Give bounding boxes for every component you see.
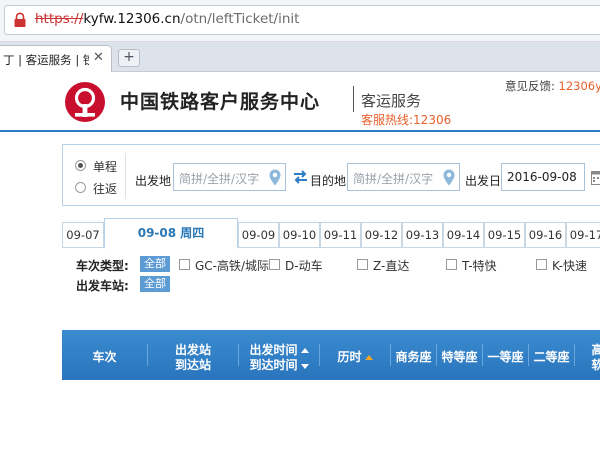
col-label: 一等座 — [487, 350, 524, 364]
browser-tab-strip: 丁 | 客运服务 | 铁 ✕ + — [0, 42, 600, 72]
date-tab[interactable]: 09-17 — [566, 222, 600, 248]
col-duration[interactable]: 历时 — [320, 330, 390, 380]
date-tab[interactable]: 09-11 — [320, 222, 361, 248]
radio-dot — [75, 182, 86, 193]
checkbox — [536, 259, 547, 270]
new-tab-button[interactable]: + — [118, 49, 140, 67]
location-pin-icon — [269, 169, 281, 186]
browser-tab[interactable]: 丁 | 客运服务 | 铁 ✕ — [0, 45, 112, 72]
date-tab[interactable]: 09-09 — [238, 222, 279, 248]
to-label: 目的地 — [310, 174, 347, 188]
checkbox — [179, 259, 190, 270]
checkbox — [446, 259, 457, 270]
url-path: /otn/leftTicket/init — [180, 11, 300, 27]
col-label: 特等座 — [441, 350, 478, 364]
col-label: 商务座 — [395, 350, 432, 364]
duration-sort[interactable]: 历时 — [320, 348, 390, 365]
col-label: 历时 — [337, 350, 362, 364]
checkbox-label: Z-直达 — [373, 259, 410, 273]
radio-label: 单程 — [93, 160, 118, 174]
location-pin-icon — [443, 169, 455, 186]
col-soft-sleeper: 高 软 — [575, 330, 600, 380]
sort-up-icon — [364, 355, 373, 360]
url-scheme: https:// — [35, 11, 84, 27]
from-label: 出发地 — [135, 174, 172, 188]
date-tabs: 09-07 09-08 周四 09-09 09-10 09-11 09-12 0… — [62, 218, 600, 249]
from-input[interactable]: 简拼/全拼/汉字 — [173, 163, 286, 191]
hotline: 客服热线:12306 — [361, 113, 452, 127]
railway-logo-icon — [65, 82, 105, 122]
col-label: 到达站 — [174, 358, 211, 372]
col-label: 出发时间 — [249, 343, 298, 357]
filter-checkbox-k[interactable]: K-快速 — [536, 258, 596, 273]
station-label: 出发车站: — [76, 279, 129, 293]
date-tab[interactable]: 09-10 — [279, 222, 320, 248]
checkbox-label: K-快速 — [552, 259, 587, 273]
col-label: 车次 — [92, 350, 117, 364]
calendar-icon[interactable] — [591, 169, 600, 185]
date-value: 2016-09-08 — [507, 170, 577, 184]
filter-checkbox-t[interactable]: T-特快 — [446, 258, 506, 273]
url-host: kyfw.12306.cn — [83, 11, 181, 27]
filter-checkbox-gc[interactable]: GC-高铁/城际 — [179, 258, 270, 273]
from-placeholder: 简拼/全拼/汉字 — [179, 172, 260, 186]
station-all-button[interactable]: 全部 — [140, 276, 170, 292]
filter-checkbox-d[interactable]: D-动车 — [269, 258, 329, 273]
col-label: 二等座 — [533, 350, 570, 364]
site-title: 中国铁路客户服务中心 — [120, 91, 321, 113]
feedback-label: 意见反馈: — [505, 79, 559, 93]
sort-down-icon — [300, 364, 309, 369]
divider — [125, 153, 126, 199]
checkbox-label: T-特快 — [462, 259, 497, 273]
col-special: 特等座 — [437, 330, 482, 380]
radio-label: 往返 — [93, 182, 118, 196]
date-tab[interactable]: 09-14 — [443, 222, 484, 248]
col-stations: 出发站 到达站 — [148, 330, 238, 380]
checkbox — [269, 259, 280, 270]
feedback: 意见反馈: 12306yj — [505, 78, 600, 94]
site-subtitle: 客运服务 — [361, 92, 422, 110]
date-tab[interactable]: 09-12 — [361, 222, 402, 248]
sort-up-icon — [300, 348, 309, 353]
col-train-no: 车次 — [62, 330, 147, 380]
results-table-header: 车次 出发站 到达站 出发时间 到达时间 历时 商务座 特等座 一等座 二等座 … — [62, 330, 600, 380]
arrive-time-sort[interactable]: 到达时间 — [239, 356, 319, 373]
tab-title: 丁 | 客运服务 | 铁 — [3, 53, 89, 67]
checkbox — [357, 259, 368, 270]
site-header: 中国铁路客户服务中心 客运服务 客服热线:12306 意见反馈: 12306yj — [0, 72, 600, 132]
radio-round-trip[interactable]: 往返 — [75, 180, 135, 196]
date-label: 出发日 — [465, 174, 502, 188]
checkbox-label: GC-高铁/城际 — [195, 259, 270, 273]
checkbox-label: D-动车 — [285, 259, 323, 273]
search-panel: 单程 往返 出发地 简拼/全拼/汉字 目的地 简拼/全拼/汉字 出发日 2016… — [62, 144, 600, 206]
train-type-label: 车次类型: — [76, 259, 129, 273]
col-times[interactable]: 出发时间 到达时间 — [239, 330, 319, 380]
col-first: 一等座 — [483, 330, 528, 380]
date-input[interactable]: 2016-09-08 — [501, 163, 585, 191]
browser-address-bar: https://kyfw.12306.cn/otn/leftTicket/ini… — [0, 0, 600, 42]
date-tab-active[interactable]: 09-08 周四 — [104, 218, 238, 249]
to-placeholder: 简拼/全拼/汉字 — [353, 172, 434, 186]
url-input[interactable]: https://kyfw.12306.cn/otn/leftTicket/ini… — [4, 5, 600, 35]
radio-dot-selected — [75, 160, 86, 171]
close-icon[interactable]: ✕ — [93, 50, 104, 65]
date-tab[interactable]: 09-16 — [525, 222, 566, 248]
lock-icon — [14, 12, 26, 27]
date-tab[interactable]: 09-13 — [402, 222, 443, 248]
title-divider — [353, 86, 354, 112]
feedback-link[interactable]: 12306yj — [559, 79, 600, 93]
col-business: 商务座 — [391, 330, 436, 380]
col-second: 二等座 — [529, 330, 574, 380]
train-type-all-button[interactable]: 全部 — [140, 256, 170, 272]
date-tab[interactable]: 09-15 — [484, 222, 525, 248]
to-input[interactable]: 简拼/全拼/汉字 — [347, 163, 460, 191]
swap-icon[interactable] — [293, 170, 308, 184]
radio-one-way[interactable]: 单程 — [75, 158, 135, 174]
url-text: https://kyfw.12306.cn/otn/leftTicket/ini… — [35, 11, 299, 27]
date-tab[interactable]: 09-07 — [62, 222, 104, 248]
col-label: 软 — [591, 358, 600, 372]
filter-checkbox-z[interactable]: Z-直达 — [357, 258, 417, 273]
col-label: 到达时间 — [249, 358, 298, 372]
